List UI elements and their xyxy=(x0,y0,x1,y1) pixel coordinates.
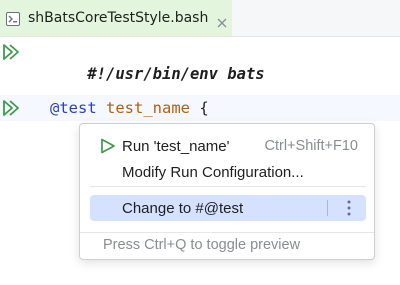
split-divider xyxy=(327,200,328,216)
editor-tab-shbatscoreteststyle[interactable]: shBatsCoreTestStyle.bash xyxy=(0,0,232,36)
code-line-3: @test test_name { xyxy=(50,97,209,119)
menu-item-shortcut: Ctrl+Shift+F10 xyxy=(264,138,359,154)
menu-item-modify-run-config[interactable]: Modify Run Configuration... xyxy=(90,159,366,185)
popup-footer: Press Ctrl+Q to toggle preview xyxy=(80,232,374,259)
open-brace: { xyxy=(199,99,209,117)
shebang-text: #!/usr/bin/env bats xyxy=(87,65,265,83)
run-double-arrow-icon[interactable] xyxy=(2,43,22,61)
code-line-1: #!/usr/bin/env bats xyxy=(50,41,264,83)
run-gutter-popup: Run 'test_name' Ctrl+Shift+F10 Modify Ru… xyxy=(79,123,375,260)
toggle-preview-hint: Press Ctrl+Q to toggle preview xyxy=(103,237,301,253)
menu-item-label: Run 'test_name' xyxy=(122,137,230,155)
editor-tab-bar: shBatsCoreTestStyle.bash xyxy=(0,0,400,37)
test-keyword: @test xyxy=(50,99,97,117)
menu-item-change-to-hash-test[interactable]: Change to #@test xyxy=(90,195,366,221)
test-name: test_name xyxy=(106,99,191,117)
close-icon[interactable] xyxy=(217,13,227,28)
menu-item-label: Modify Run Configuration... xyxy=(122,163,304,181)
run-icon xyxy=(100,138,116,154)
tab-filename: shBatsCoreTestStyle.bash xyxy=(28,10,209,26)
run-double-arrow-icon[interactable] xyxy=(2,99,22,117)
menu-item-label: Change to #@test xyxy=(122,199,244,217)
menu-item-run-test[interactable]: Run 'test_name' Ctrl+Shift+F10 xyxy=(90,133,366,159)
shell-file-icon xyxy=(6,11,20,26)
menu-separator xyxy=(90,186,366,187)
more-vertical-icon[interactable] xyxy=(346,199,352,217)
